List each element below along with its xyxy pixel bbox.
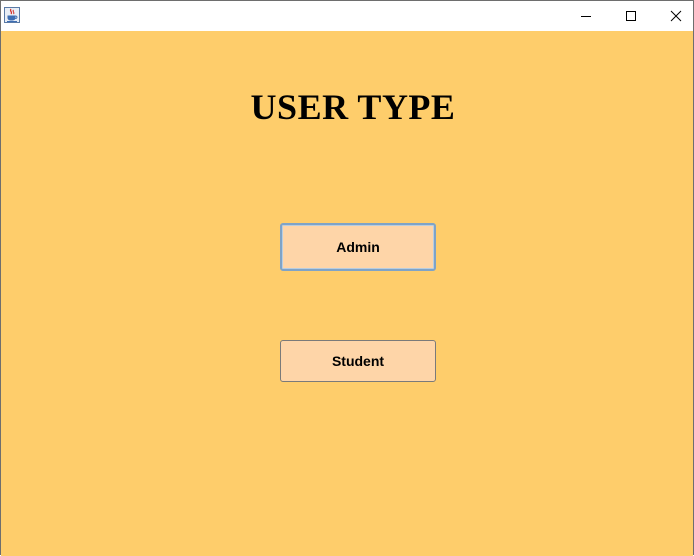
page-title: USER TYPE <box>250 87 456 127</box>
minimize-button[interactable] <box>563 1 609 31</box>
close-button[interactable] <box>653 1 694 31</box>
maximize-button[interactable] <box>608 1 654 31</box>
java-cup-icon <box>4 7 20 23</box>
maximize-icon <box>625 7 637 26</box>
student-button[interactable]: Student <box>280 340 436 382</box>
content-panel: USER TYPE Admin Student <box>1 31 693 556</box>
close-icon <box>670 7 682 26</box>
app-window: USER TYPE Admin Student <box>0 0 694 556</box>
admin-button[interactable]: Admin <box>280 223 436 271</box>
title-bar[interactable] <box>1 1 693 31</box>
minimize-icon <box>580 7 592 26</box>
